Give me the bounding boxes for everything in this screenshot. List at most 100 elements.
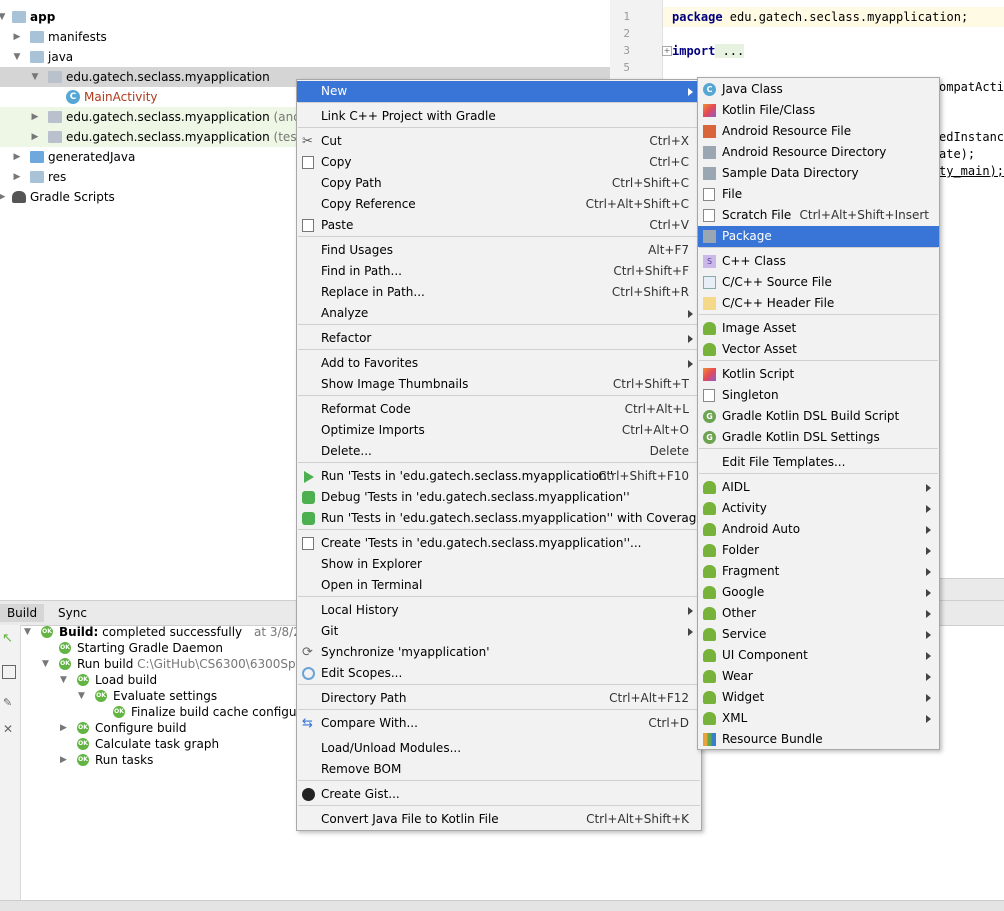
code-fragment: ompatActiv <box>939 80 1004 94</box>
code-fragment: ty_main); <box>939 164 1004 178</box>
chevron-down-icon[interactable]: ▼ <box>78 688 85 704</box>
chevron-right-icon[interactable]: ▶ <box>12 147 22 167</box>
menu-separator <box>699 473 938 474</box>
menu-item-remove-bom[interactable]: Remove BOM <box>297 759 701 780</box>
menu-item-analyze[interactable]: Analyze <box>297 303 701 324</box>
android-icon <box>703 523 716 536</box>
menu-item-show-image-thumbnails[interactable]: Show Image Thumbnails Ctrl+Shift+T <box>297 374 701 395</box>
menu-item-refactor[interactable]: Refactor <box>297 328 701 349</box>
new-item-java-class[interactable]: C Java Class <box>698 79 939 100</box>
chevron-down-icon[interactable]: ▼ <box>24 624 31 640</box>
menu-item-find-usages[interactable]: Find Usages Alt+F7 <box>297 240 701 261</box>
menu-item-local-history[interactable]: Local History <box>297 600 701 621</box>
chevron-right-icon[interactable]: ▶ <box>30 127 40 147</box>
new-item-vector-asset[interactable]: Vector Asset <box>698 339 939 360</box>
new-item-c-c-source-file[interactable]: C/C++ Source File <box>698 272 939 293</box>
fold-toggle-icon[interactable]: + <box>662 46 672 56</box>
new-item-service[interactable]: Service <box>698 624 939 645</box>
menu-item-load-unload-modules[interactable]: Load/Unload Modules... <box>297 738 701 759</box>
new-item-singleton[interactable]: Singleton <box>698 385 939 406</box>
menu-item-copy-reference[interactable]: Copy Reference Ctrl+Alt+Shift+C <box>297 194 701 215</box>
tree-item-java[interactable]: ▼ java <box>0 47 610 67</box>
new-item-ui-component[interactable]: UI Component <box>698 645 939 666</box>
menu-item-synchronize-myapplication[interactable]: ⟳ Synchronize 'myapplication' <box>297 642 701 663</box>
new-item-kotlin-file-class[interactable]: Kotlin File/Class <box>698 100 939 121</box>
chevron-right-icon[interactable]: ▶ <box>12 27 22 47</box>
menu-item-copy[interactable]: Copy Ctrl+C <box>297 152 701 173</box>
new-item-edit-file-templates[interactable]: Edit File Templates... <box>698 452 939 473</box>
chevron-right-icon[interactable]: ▶ <box>60 720 67 736</box>
new-item-gradle-kotlin-dsl-settings[interactable]: G Gradle Kotlin DSL Settings <box>698 427 939 448</box>
new-item-activity[interactable]: Activity <box>698 498 939 519</box>
chevron-down-icon[interactable]: ▼ <box>12 47 22 67</box>
menu-item-convert-java-file-to-kotlin-file[interactable]: Convert Java File to Kotlin File Ctrl+Alt… <box>297 809 701 830</box>
menu-item-compare-with[interactable]: ⇆ Compare With... Ctrl+D <box>297 713 701 734</box>
chevron-right-icon[interactable]: ▶ <box>0 187 7 207</box>
code-line-package[interactable]: package edu.gatech.seclass.myapplication… <box>672 10 968 24</box>
new-item-folder[interactable]: Folder <box>698 540 939 561</box>
new-item-fragment[interactable]: Fragment <box>698 561 939 582</box>
new-item-file[interactable]: File <box>698 184 939 205</box>
chevron-down-icon[interactable]: ▼ <box>60 672 67 688</box>
new-item-android-resource-file[interactable]: Android Resource File <box>698 121 939 142</box>
new-item-gradle-kotlin-dsl-build-script[interactable]: G Gradle Kotlin DSL Build Script <box>698 406 939 427</box>
submenu-arrow-icon <box>926 484 931 492</box>
close-icon[interactable]: ✕ <box>3 723 15 735</box>
chevron-down-icon[interactable]: ▼ <box>30 67 40 87</box>
new-item-android-resource-directory[interactable]: Android Resource Directory <box>698 142 939 163</box>
menu-item-copy-path[interactable]: Copy Path Ctrl+Shift+C <box>297 173 701 194</box>
new-item-wear[interactable]: Wear <box>698 666 939 687</box>
menu-item-paste[interactable]: Paste Ctrl+V <box>297 215 701 236</box>
chevron-right-icon[interactable]: ▶ <box>60 752 67 768</box>
menu-item-label: XML <box>722 711 748 725</box>
menu-item-directory-path[interactable]: Directory Path Ctrl+Alt+F12 <box>297 688 701 709</box>
menu-item-find-in-path[interactable]: Find in Path... Ctrl+Shift+F <box>297 261 701 282</box>
new-item-widget[interactable]: Widget <box>698 687 939 708</box>
tab-sync[interactable]: Sync <box>58 604 87 622</box>
chevron-right-icon[interactable]: ▶ <box>30 107 40 127</box>
menu-item-open-in-terminal[interactable]: Open in Terminal <box>297 575 701 596</box>
new-item-xml[interactable]: XML <box>698 708 939 729</box>
new-item-package[interactable]: Package <box>698 226 939 247</box>
new-item-android-auto[interactable]: Android Auto <box>698 519 939 540</box>
menu-item-link-c-project-with-gradle[interactable]: Link C++ Project with Gradle <box>297 106 701 127</box>
new-item-sample-data-directory[interactable]: Sample Data Directory <box>698 163 939 184</box>
menu-item-run-tests-in-edu-gatech-seclass-myapplic[interactable]: Run 'Tests in 'edu.gatech.seclass.myappl… <box>297 466 701 487</box>
menu-item-run-tests-in-edu-gatech-seclass-myapplic[interactable]: Run 'Tests in 'edu.gatech.seclass.myappl… <box>297 508 704 529</box>
code-folded-import[interactable]: ... <box>715 44 745 58</box>
submenu-arrow-icon <box>926 547 931 555</box>
menu-item-replace-in-path[interactable]: Replace in Path... Ctrl+Shift+R <box>297 282 701 303</box>
chevron-down-icon[interactable]: ▼ <box>0 7 7 27</box>
menu-item-show-in-explorer[interactable]: Show in Explorer <box>297 554 701 575</box>
code-line-import[interactable]: import ... <box>672 44 745 58</box>
rerun-hammer-icon[interactable]: ↖ <box>2 632 16 646</box>
menu-item-new[interactable]: New <box>297 81 701 102</box>
menu-item-git[interactable]: Git <box>297 621 701 642</box>
menu-item-optimize-imports[interactable]: Optimize Imports Ctrl+Alt+O <box>297 420 701 441</box>
menu-item-delete[interactable]: Delete... Delete <box>297 441 701 462</box>
new-item-google[interactable]: Google <box>698 582 939 603</box>
new-item-other[interactable]: Other <box>698 603 939 624</box>
menu-item-cut[interactable]: ✂ Cut Ctrl+X <box>297 131 701 152</box>
new-item-c-c-header-file[interactable]: C/C++ Header File <box>698 293 939 314</box>
menu-item-add-to-favorites[interactable]: Add to Favorites <box>297 353 701 374</box>
new-item-scratch-file[interactable]: Scratch File Ctrl+Alt+Shift+Insert <box>698 205 939 226</box>
toggle-view-icon[interactable] <box>2 665 16 679</box>
menu-item-debug-tests-in-edu-gatech-seclass-myappl[interactable]: Debug 'Tests in 'edu.gatech.seclass.myap… <box>297 487 701 508</box>
tree-item-app[interactable]: ▼ app <box>0 7 610 27</box>
new-item-image-asset[interactable]: Image Asset <box>698 318 939 339</box>
new-item-resource-bundle[interactable]: Resource Bundle <box>698 729 939 750</box>
menu-item-create-gist[interactable]: Create Gist... <box>297 784 701 805</box>
menu-item-reformat-code[interactable]: Reformat Code Ctrl+Alt+L <box>297 399 701 420</box>
menu-item-create-tests-in-edu-gatech-seclass-myapp[interactable]: Create 'Tests in 'edu.gatech.seclass.mya… <box>297 533 701 554</box>
new-item-c-class[interactable]: S C++ Class <box>698 251 939 272</box>
tree-item-manifests[interactable]: ▶ manifests <box>0 27 610 47</box>
chevron-down-icon[interactable]: ▼ <box>42 656 49 672</box>
new-item-kotlin-script[interactable]: Kotlin Script <box>698 364 939 385</box>
pin-icon[interactable]: ✎ <box>3 697 15 709</box>
menu-item-edit-scopes[interactable]: Edit Scopes... <box>297 663 701 684</box>
line-number: 3 <box>623 44 630 57</box>
tab-build[interactable]: Build <box>0 604 44 622</box>
new-item-aidl[interactable]: AIDL <box>698 477 939 498</box>
chevron-right-icon[interactable]: ▶ <box>12 167 22 187</box>
